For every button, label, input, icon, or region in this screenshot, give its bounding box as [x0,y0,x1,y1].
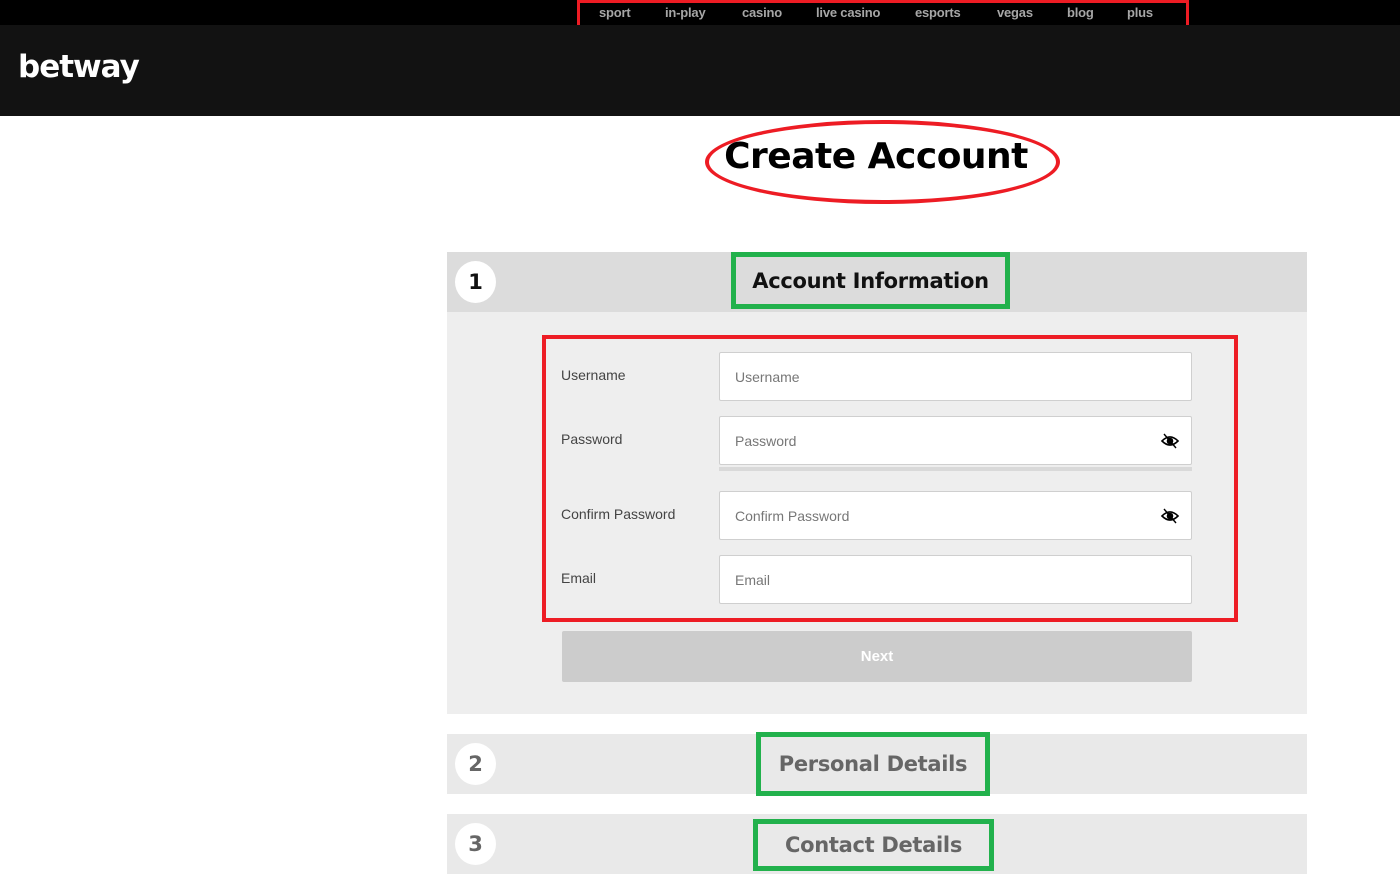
step-contact-details[interactable]: 3 Contact Details [447,814,1307,874]
next-button[interactable]: Next [562,631,1192,682]
top-nav-live-casino[interactable]: live casino [816,5,880,20]
password-strength-bar [719,467,1192,471]
username-input[interactable] [719,352,1192,401]
step-title: Account Information [731,252,1010,309]
page-title: Create Account [724,136,1028,177]
top-nav-vegas[interactable]: vegas [997,5,1033,20]
step-number: 2 [455,743,496,785]
step-number: 1 [455,261,496,303]
top-nav-casino[interactable]: casino [742,5,782,20]
confirm-password-input[interactable] [719,491,1192,540]
top-nav-sport[interactable]: sport [599,5,631,20]
confirm-password-label: Confirm Password [561,506,676,522]
step-header[interactable]: 1 Account Information [447,252,1307,312]
top-nav-blog[interactable]: blog [1067,5,1094,20]
email-label: Email [561,570,597,586]
top-nav-esports[interactable]: esports [915,5,961,20]
password-input[interactable] [719,416,1192,465]
step-title: Personal Details [756,732,990,796]
top-nav-plus[interactable]: plus [1127,5,1153,20]
top-nav-in-play[interactable]: in-play [665,5,706,20]
betway-logo[interactable]: betway [18,49,140,85]
step-title: Contact Details [753,819,994,871]
eye-slash-icon[interactable] [1160,431,1180,451]
email-input[interactable] [719,555,1192,604]
step-header[interactable]: 2 Personal Details [447,732,1307,796]
step-personal-details[interactable]: 2 Personal Details [447,732,1307,796]
password-label: Password [561,431,623,447]
step-header[interactable]: 3 Contact Details [447,814,1307,874]
username-label: Username [561,367,626,383]
step-number: 3 [455,823,496,865]
eye-slash-icon[interactable] [1160,506,1180,526]
site-header: betway [0,25,1400,116]
